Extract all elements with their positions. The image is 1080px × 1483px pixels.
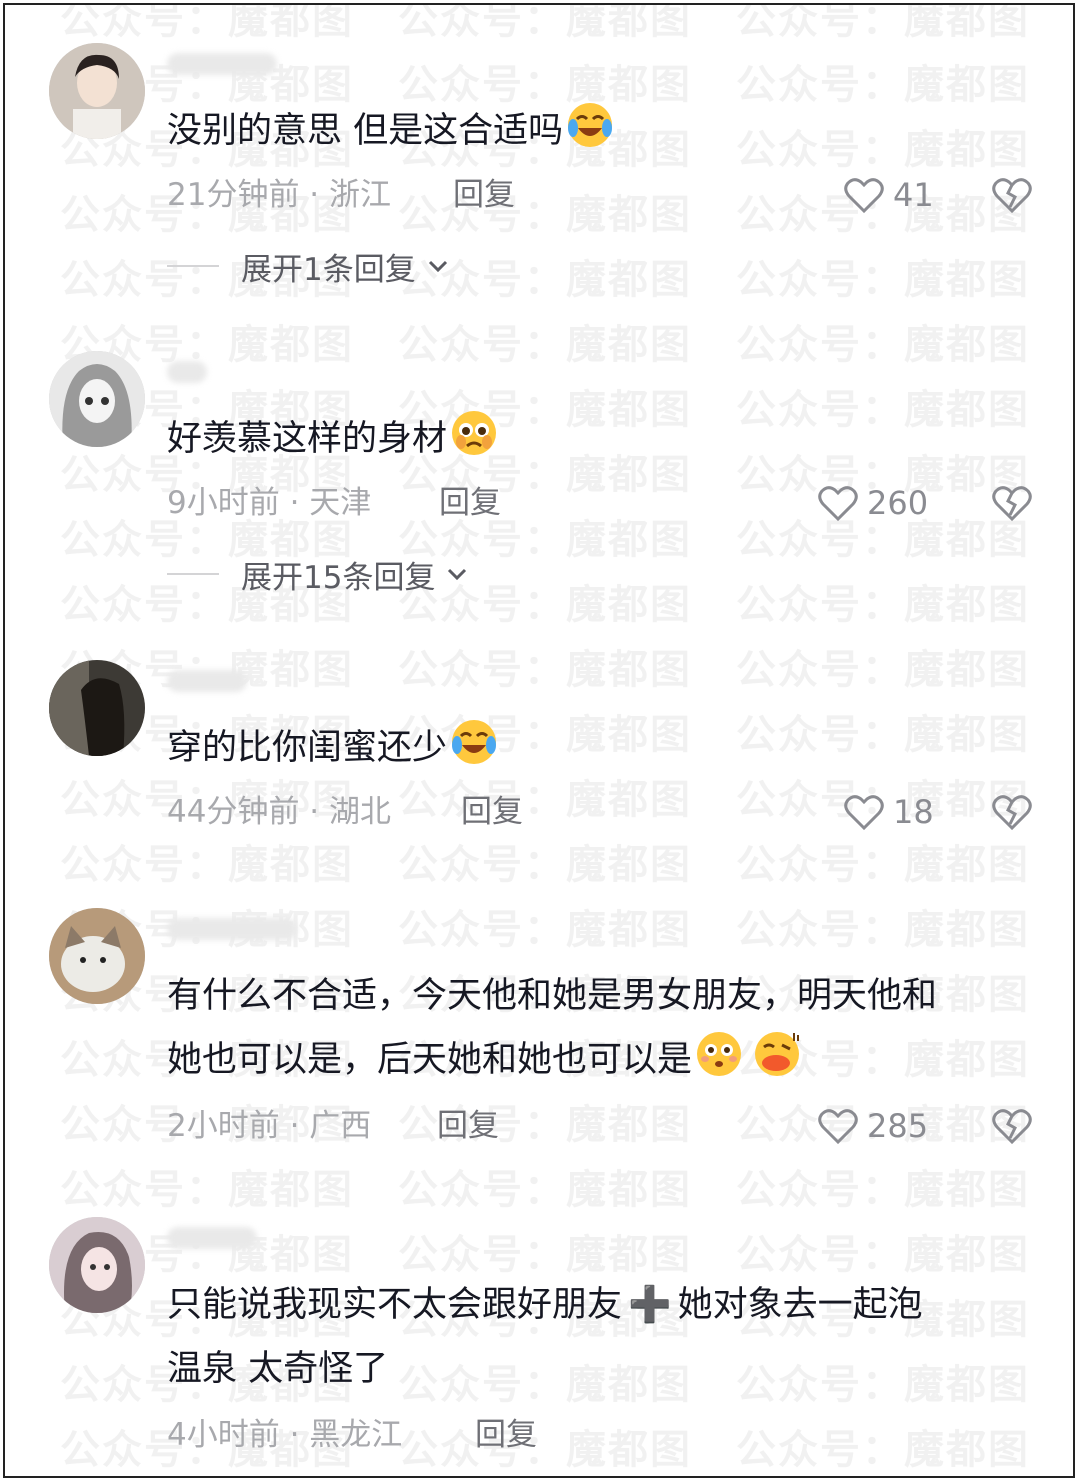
watermark-text: 公众号：魔都图	[398, 907, 692, 953]
watermark-text: 公众号：魔都图	[60, 1167, 354, 1213]
comment-text-line: 她对象去一起泡	[677, 1285, 923, 1325]
username-blurred[interactable]	[167, 918, 297, 940]
watermark-text: 公众号：魔都图	[736, 582, 1030, 628]
comment-time-location: 21分钟前 · 浙江	[167, 177, 392, 213]
heart-icon	[818, 1109, 858, 1145]
like-count: 285	[867, 1107, 929, 1145]
broken-heart-icon[interactable]	[991, 1106, 1033, 1146]
avatar[interactable]	[49, 1217, 145, 1313]
expand-replies-label: 展开15条回复	[241, 559, 436, 596]
watermark-text: 公众号：魔都图	[736, 1167, 1030, 1213]
comment-text-line: 只能说我现实不太会跟好朋友	[167, 1285, 623, 1325]
comment-time-location: 9小时前 · 天津	[167, 485, 372, 521]
plus-icon: ➕	[628, 1285, 672, 1325]
flushed-face-icon	[697, 1032, 742, 1076]
watermark-text: 公众号：魔都图	[398, 1232, 692, 1278]
expand-replies-button[interactable]: 展开15条回复	[167, 554, 469, 596]
watermark-text: 公众号：魔都图	[398, 842, 692, 888]
divider-line	[167, 265, 219, 267]
watermark-text: 公众号：魔都图	[60, 842, 354, 888]
comment-text: 穿的比你闺蜜还少	[167, 716, 1047, 780]
username-blurred[interactable]	[167, 53, 277, 75]
reply-button[interactable]: 回复	[437, 1106, 499, 1146]
heart-icon	[844, 178, 884, 214]
comment-time-location: 44分钟前 · 湖北	[167, 794, 392, 830]
heart-icon	[818, 486, 858, 522]
pleading-face-icon	[452, 411, 497, 455]
reply-button[interactable]: 回复	[439, 483, 501, 523]
username-blurred[interactable]	[167, 670, 247, 692]
comment-text: 只能说我现实不太会跟好朋友 ➕ 她对象去一起泡 温泉 太奇怪了	[167, 1273, 1047, 1401]
like-button[interactable]: 18	[843, 792, 934, 832]
watermark-text: 公众号：魔都图	[736, 257, 1030, 303]
avatar[interactable]	[49, 908, 145, 1004]
watermark-text: 公众号：魔都图	[736, 1427, 1030, 1473]
like-count: 18	[893, 793, 934, 831]
avatar[interactable]	[49, 351, 145, 447]
avatar[interactable]	[49, 43, 145, 139]
watermark-text: 公众号：魔都图	[398, 3, 692, 43]
watermark-text: 公众号：魔都图	[736, 647, 1030, 693]
divider-line	[167, 573, 219, 575]
reply-button[interactable]: 回复	[453, 175, 515, 215]
broken-heart-icon[interactable]	[991, 792, 1033, 832]
broken-heart-icon[interactable]	[991, 175, 1033, 215]
watermark-text: 公众号：魔都图	[736, 3, 1030, 43]
watermark-text: 公众号：魔都图	[736, 842, 1030, 888]
like-count: 260	[867, 484, 929, 522]
avatar[interactable]	[49, 660, 145, 756]
comment-list-screenshot: 公众号：魔都图 公众号：魔都图 公众号：魔都图 公众号：魔都图 公众号：魔都图 公众号：魔…	[3, 3, 1075, 1478]
kissing-duck-icon	[755, 1032, 800, 1076]
crying-laugh-icon	[568, 103, 613, 147]
reply-button[interactable]: 回复	[475, 1415, 537, 1455]
comment-time-location: 4小时前 · 黑龙江	[167, 1417, 403, 1453]
comment-text-body: 没别的意思 但是这合适吗	[167, 111, 564, 151]
username-blurred[interactable]	[167, 1227, 257, 1249]
watermark-text: 公众号：魔都图	[398, 647, 692, 693]
watermark-text: 公众号：魔都图	[736, 907, 1030, 953]
watermark-text: 公众号：魔都图	[398, 322, 692, 368]
watermark-text: 公众号：魔都图	[398, 192, 692, 238]
comment-time-location: 2小时前 · 广西	[167, 1108, 372, 1144]
username-blurred[interactable]	[167, 361, 207, 383]
comment-text: 没别的意思 但是这合适吗	[167, 99, 1047, 163]
watermark-text: 公众号：魔都图	[736, 322, 1030, 368]
expand-replies-button[interactable]: 展开1条回复	[167, 246, 450, 288]
chevron-down-icon	[428, 260, 447, 273]
broken-heart-icon[interactable]	[991, 483, 1033, 523]
comment-text-line: 温泉 太奇怪了	[167, 1349, 389, 1389]
watermark-text: 公众号：魔都图	[398, 1427, 692, 1473]
like-button[interactable]: 285	[817, 1106, 928, 1146]
chevron-down-icon	[448, 568, 467, 581]
comment-text: 有什么不合适，今天他和她是男女朋友，明天他和 她也可以是，后天她和她也可以是	[167, 964, 1047, 1092]
comment-text-body: 穿的比你闺蜜还少	[167, 728, 448, 768]
watermark-text: 公众号：魔都图	[398, 1167, 692, 1213]
like-count: 41	[893, 176, 934, 214]
comment-text: 好羡慕这样的身材	[167, 407, 1047, 471]
like-button[interactable]: 260	[817, 483, 928, 523]
like-button[interactable]: 41	[843, 175, 934, 215]
expand-replies-label: 展开1条回复	[241, 251, 416, 288]
watermark-text: 公众号：魔都图	[60, 3, 354, 43]
comment-text-line: 她也可以是，后天她和她也可以是	[167, 1040, 693, 1080]
watermark-text: 公众号：魔都图	[736, 1232, 1030, 1278]
crying-laugh-icon	[452, 720, 497, 764]
reply-button[interactable]: 回复	[461, 792, 523, 832]
heart-icon	[844, 795, 884, 831]
comment-text-body: 好羡慕这样的身材	[167, 419, 448, 459]
comment-text-line: 有什么不合适，今天他和她是男女朋友，明天他和	[167, 976, 938, 1016]
